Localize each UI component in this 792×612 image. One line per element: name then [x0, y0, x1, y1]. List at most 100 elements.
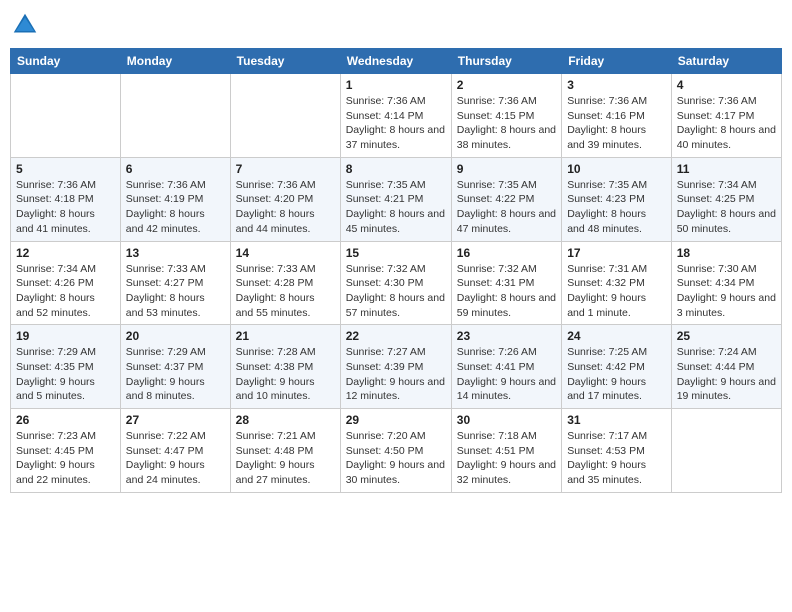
day-info: Sunrise: 7:26 AMSunset: 4:41 PMDaylight:… [457, 345, 556, 404]
week-row-5: 26 Sunrise: 7:23 AMSunset: 4:45 PMDayligh… [11, 409, 782, 493]
day-info: Sunrise: 7:35 AMSunset: 4:23 PMDaylight:… [567, 178, 666, 237]
weekday-header-tuesday: Tuesday [230, 49, 340, 74]
day-number: 7 [236, 162, 335, 176]
day-info: Sunrise: 7:27 AMSunset: 4:39 PMDaylight:… [346, 345, 446, 404]
calendar-header: SundayMondayTuesdayWednesdayThursdayFrid… [11, 49, 782, 74]
day-number: 14 [236, 246, 335, 260]
calendar-body: 1Sunrise: 7:36 AMSunset: 4:14 PMDaylight… [11, 74, 782, 493]
day-number: 12 [16, 246, 115, 260]
day-info: Sunrise: 7:18 AMSunset: 4:51 PMDaylight:… [457, 429, 556, 488]
day-info: Sunrise: 7:33 AMSunset: 4:28 PMDaylight:… [236, 262, 335, 321]
day-info: Sunrise: 7:34 AMSunset: 4:26 PMDaylight:… [16, 262, 115, 321]
day-cell: 15Sunrise: 7:32 AMSunset: 4:30 PMDayligh… [340, 241, 451, 325]
day-number: 27 [126, 413, 225, 427]
day-cell: 13 Sunrise: 7:33 AMSunset: 4:27 PMDayligh… [120, 241, 230, 325]
weekday-header-monday: Monday [120, 49, 230, 74]
day-cell: 10 Sunrise: 7:35 AMSunset: 4:23 PMDayligh… [562, 157, 672, 241]
day-info: Sunrise: 7:36 AMSunset: 4:17 PMDaylight:… [677, 94, 776, 153]
day-number: 24 [567, 329, 666, 343]
day-number: 3 [567, 78, 666, 92]
day-cell: 29 Sunrise: 7:20 AMSunset: 4:50 PMDayligh… [340, 409, 451, 493]
logo [10, 10, 44, 40]
day-cell: 14 Sunrise: 7:33 AMSunset: 4:28 PMDayligh… [230, 241, 340, 325]
week-row-2: 5 Sunrise: 7:36 AMSunset: 4:18 PMDaylight… [11, 157, 782, 241]
day-info: Sunrise: 7:30 AMSunset: 4:34 PMDaylight:… [677, 262, 776, 321]
day-cell: 27 Sunrise: 7:22 AMSunset: 4:47 PMDayligh… [120, 409, 230, 493]
day-cell: 23Sunrise: 7:26 AMSunset: 4:41 PMDayligh… [451, 325, 561, 409]
day-cell: 28 Sunrise: 7:21 AMSunset: 4:48 PMDayligh… [230, 409, 340, 493]
day-cell [120, 74, 230, 158]
weekday-header-row: SundayMondayTuesdayWednesdayThursdayFrid… [11, 49, 782, 74]
day-info: Sunrise: 7:36 AMSunset: 4:16 PMDaylight:… [567, 94, 666, 153]
day-number: 29 [346, 413, 446, 427]
day-info: Sunrise: 7:35 AMSunset: 4:22 PMDaylight:… [457, 178, 556, 237]
day-cell: 21Sunrise: 7:28 AMSunset: 4:38 PMDayligh… [230, 325, 340, 409]
header [10, 10, 782, 40]
day-number: 21 [236, 329, 335, 343]
day-info: Sunrise: 7:36 AMSunset: 4:20 PMDaylight:… [236, 178, 335, 237]
day-cell [671, 409, 781, 493]
day-info: Sunrise: 7:23 AMSunset: 4:45 PMDaylight:… [16, 429, 115, 488]
day-info: Sunrise: 7:29 AMSunset: 4:35 PMDaylight:… [16, 345, 115, 404]
day-info: Sunrise: 7:36 AMSunset: 4:14 PMDaylight:… [346, 94, 446, 153]
day-info: Sunrise: 7:25 AMSunset: 4:42 PMDaylight:… [567, 345, 666, 404]
weekday-header-wednesday: Wednesday [340, 49, 451, 74]
day-cell: 24 Sunrise: 7:25 AMSunset: 4:42 PMDayligh… [562, 325, 672, 409]
day-number: 2 [457, 78, 556, 92]
day-cell: 25Sunrise: 7:24 AMSunset: 4:44 PMDayligh… [671, 325, 781, 409]
day-info: Sunrise: 7:32 AMSunset: 4:31 PMDaylight:… [457, 262, 556, 321]
day-info: Sunrise: 7:31 AMSunset: 4:32 PMDaylight:… [567, 262, 666, 321]
week-row-1: 1Sunrise: 7:36 AMSunset: 4:14 PMDaylight… [11, 74, 782, 158]
day-number: 5 [16, 162, 115, 176]
day-number: 18 [677, 246, 776, 260]
day-info: Sunrise: 7:36 AMSunset: 4:19 PMDaylight:… [126, 178, 225, 237]
day-info: Sunrise: 7:21 AMSunset: 4:48 PMDaylight:… [236, 429, 335, 488]
day-cell: 31Sunrise: 7:17 AMSunset: 4:53 PMDayligh… [562, 409, 672, 493]
day-number: 19 [16, 329, 115, 343]
logo-icon [10, 10, 40, 40]
day-cell: 2 Sunrise: 7:36 AMSunset: 4:15 PMDaylight… [451, 74, 561, 158]
day-info: Sunrise: 7:29 AMSunset: 4:37 PMDaylight:… [126, 345, 225, 404]
day-cell: 12 Sunrise: 7:34 AMSunset: 4:26 PMDayligh… [11, 241, 121, 325]
day-info: Sunrise: 7:33 AMSunset: 4:27 PMDaylight:… [126, 262, 225, 321]
day-number: 15 [346, 246, 446, 260]
day-cell: 8 Sunrise: 7:35 AMSunset: 4:21 PMDaylight… [340, 157, 451, 241]
weekday-header-friday: Friday [562, 49, 672, 74]
day-info: Sunrise: 7:35 AMSunset: 4:21 PMDaylight:… [346, 178, 446, 237]
day-number: 31 [567, 413, 666, 427]
day-cell: 1Sunrise: 7:36 AMSunset: 4:14 PMDaylight… [340, 74, 451, 158]
day-cell: 20 Sunrise: 7:29 AMSunset: 4:37 PMDayligh… [120, 325, 230, 409]
day-number: 20 [126, 329, 225, 343]
day-number: 10 [567, 162, 666, 176]
day-number: 9 [457, 162, 556, 176]
day-cell [11, 74, 121, 158]
week-row-3: 12 Sunrise: 7:34 AMSunset: 4:26 PMDayligh… [11, 241, 782, 325]
day-number: 17 [567, 246, 666, 260]
day-info: Sunrise: 7:20 AMSunset: 4:50 PMDaylight:… [346, 429, 446, 488]
day-info: Sunrise: 7:24 AMSunset: 4:44 PMDaylight:… [677, 345, 776, 404]
day-cell: 9 Sunrise: 7:35 AMSunset: 4:22 PMDaylight… [451, 157, 561, 241]
day-number: 11 [677, 162, 776, 176]
day-cell: 30Sunrise: 7:18 AMSunset: 4:51 PMDayligh… [451, 409, 561, 493]
weekday-header-sunday: Sunday [11, 49, 121, 74]
day-cell: 5 Sunrise: 7:36 AMSunset: 4:18 PMDaylight… [11, 157, 121, 241]
day-cell: 4 Sunrise: 7:36 AMSunset: 4:17 PMDaylight… [671, 74, 781, 158]
day-info: Sunrise: 7:22 AMSunset: 4:47 PMDaylight:… [126, 429, 225, 488]
weekday-header-saturday: Saturday [671, 49, 781, 74]
day-number: 26 [16, 413, 115, 427]
page: SundayMondayTuesdayWednesdayThursdayFrid… [0, 0, 792, 612]
day-number: 28 [236, 413, 335, 427]
day-number: 4 [677, 78, 776, 92]
day-cell: 16Sunrise: 7:32 AMSunset: 4:31 PMDayligh… [451, 241, 561, 325]
day-cell [230, 74, 340, 158]
week-row-4: 19 Sunrise: 7:29 AMSunset: 4:35 PMDayligh… [11, 325, 782, 409]
day-info: Sunrise: 7:36 AMSunset: 4:15 PMDaylight:… [457, 94, 556, 153]
day-info: Sunrise: 7:36 AMSunset: 4:18 PMDaylight:… [16, 178, 115, 237]
day-cell: 11 Sunrise: 7:34 AMSunset: 4:25 PMDayligh… [671, 157, 781, 241]
day-cell: 17 Sunrise: 7:31 AMSunset: 4:32 PMDayligh… [562, 241, 672, 325]
day-number: 13 [126, 246, 225, 260]
day-cell: 7 Sunrise: 7:36 AMSunset: 4:20 PMDaylight… [230, 157, 340, 241]
day-cell: 6Sunrise: 7:36 AMSunset: 4:19 PMDaylight… [120, 157, 230, 241]
day-info: Sunrise: 7:34 AMSunset: 4:25 PMDaylight:… [677, 178, 776, 237]
day-number: 8 [346, 162, 446, 176]
